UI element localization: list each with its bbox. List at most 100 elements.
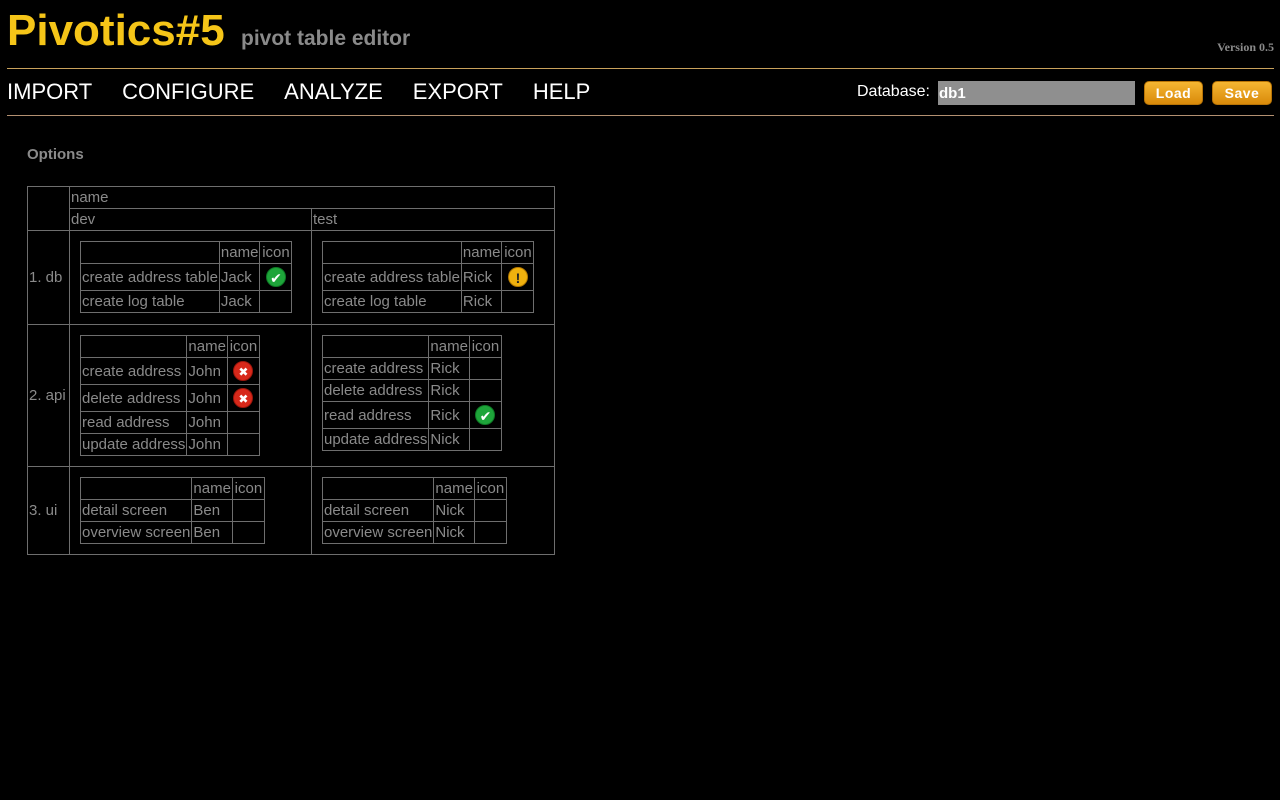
assignee-name: John [186,411,228,434]
task-header-icon: icon [231,477,265,500]
task-table: name icon create address John ✖ delete addres… [79,335,260,456]
table-row[interactable]: update address Nick [321,428,502,451]
assignee-name: John [186,433,228,456]
assignee-name: Rick [428,401,470,429]
row-label: 1. db [27,230,70,325]
pivot-top-header: name [69,186,555,209]
task-header-name: name [460,241,503,264]
status-icon-cell: ✖ [226,357,260,385]
task-label: create address table [322,263,462,291]
task-label: create log table [80,290,220,313]
task-header-name: name [191,477,233,500]
table-row[interactable]: detail screen Ben [79,499,265,522]
task-label: overview screen [79,521,193,544]
table-row[interactable]: delete address John ✖ [79,384,260,412]
task-label: update address [79,433,188,456]
table-row[interactable]: create address table Rick! [322,263,535,291]
table-row[interactable]: create address John ✖ [79,357,260,385]
assignee-name: Ben [191,499,233,522]
status-icon-cell [473,521,507,544]
assignee-name: Nick [433,521,475,544]
options-heading: Options [27,146,84,163]
pivot-cell: name icon create address table Jack ✔ create … [69,230,312,325]
task-label: read address [79,411,188,434]
status-icon-cell: ✖ [226,384,260,412]
save-button[interactable]: Save [1212,81,1272,105]
assignee-name: John [186,384,228,412]
task-label: create address [79,357,188,385]
column-header-test: test [311,208,555,231]
table-row[interactable]: create address Rick [321,357,502,380]
table-row[interactable]: overview screen Nick [321,521,507,544]
task-label: delete address [79,384,188,412]
pivot-cell: name icon create address Rick delete address… [311,324,555,467]
check-icon: ✔ [475,405,496,425]
task-table: name icon detail screen Ben overview screen B… [79,477,265,544]
menu-divider [7,115,1274,116]
menu-item-help[interactable]: HELP [533,78,590,106]
error-icon: ✖ [233,361,254,381]
status-icon-cell: ✔ [259,263,293,291]
pivot-corner-cell [27,186,70,231]
status-icon-cell [501,290,535,313]
menu-item-export[interactable]: EXPORT [413,78,503,106]
table-row[interactable]: detail screen Nick [321,499,507,522]
task-header-name: name [186,335,228,358]
task-header-name: name [433,477,475,500]
row-label: 2. api [27,324,70,467]
task-header-icon: icon [468,335,502,358]
table-row[interactable]: read address John [79,411,260,434]
table-row[interactable]: update address John [79,433,260,456]
pivot-cell: name icon create address table Rick! create … [311,230,555,325]
task-header-icon: icon [226,335,260,358]
load-button[interactable]: Load [1144,81,1203,105]
task-header-empty [321,477,435,500]
assignee-name: Rick [460,290,503,313]
table-row[interactable]: overview screen Ben [79,521,265,544]
status-icon-cell [226,433,260,456]
check-icon: ✔ [265,267,286,287]
task-header-name: name [428,335,470,358]
header-divider [7,68,1274,69]
task-label: delete address [321,379,430,402]
table-row[interactable]: create log table Rick [322,290,535,313]
menu-item-configure[interactable]: CONFIGURE [122,78,254,106]
task-header-empty [321,335,430,358]
assignee-name: Rick [428,379,470,402]
status-icon-cell [226,411,260,434]
table-row[interactable]: create log table Jack [80,290,293,313]
task-table: name icon create address table Rick! create … [322,241,535,313]
pivot-cell: name icon detail screen Nick overview screen… [311,466,555,555]
assignee-name: Rick [460,263,503,291]
pivot-table: name dev test 1. db name icon create addres… [27,186,555,555]
pivot-row: 1. db name icon create address table Jack ✔ cr… [27,230,555,325]
table-row[interactable]: create address table Jack ✔ [80,263,293,291]
pivot-cell: name icon detail screen Ben overview screen B… [69,466,312,555]
assignee-name: Jack [218,263,261,291]
status-icon-cell [468,357,502,380]
task-label: overview screen [321,521,435,544]
pivot-row: 3. ui name icon detail screen Ben overview sc… [27,466,555,555]
status-icon-cell: ✔ [468,401,502,429]
task-header-icon: icon [259,241,293,264]
column-header-dev: dev [69,208,312,231]
database-input[interactable] [938,81,1135,105]
app-subtitle: pivot table editor [241,27,411,50]
task-header-empty [322,241,462,264]
assignee-name: Nick [433,499,475,522]
task-label: create address [321,357,430,380]
table-row[interactable]: read address Rick ✔ [321,401,502,429]
menu-item-import[interactable]: IMPORT [7,78,92,106]
version-label: Version 0.5 [1217,40,1274,54]
task-table: name icon detail screen Nick overview screen… [321,477,507,544]
table-row[interactable]: delete address Rick [321,379,502,402]
task-header-empty [79,335,188,358]
status-icon-cell [231,499,265,522]
error-icon: ✖ [233,388,254,408]
row-label: 3. ui [27,466,70,555]
menu-item-analyze[interactable]: ANALYZE [284,78,383,106]
assignee-name: John [186,357,228,385]
status-icon-cell [468,428,502,451]
warning-icon: ! [507,267,528,287]
task-header-empty [79,477,193,500]
